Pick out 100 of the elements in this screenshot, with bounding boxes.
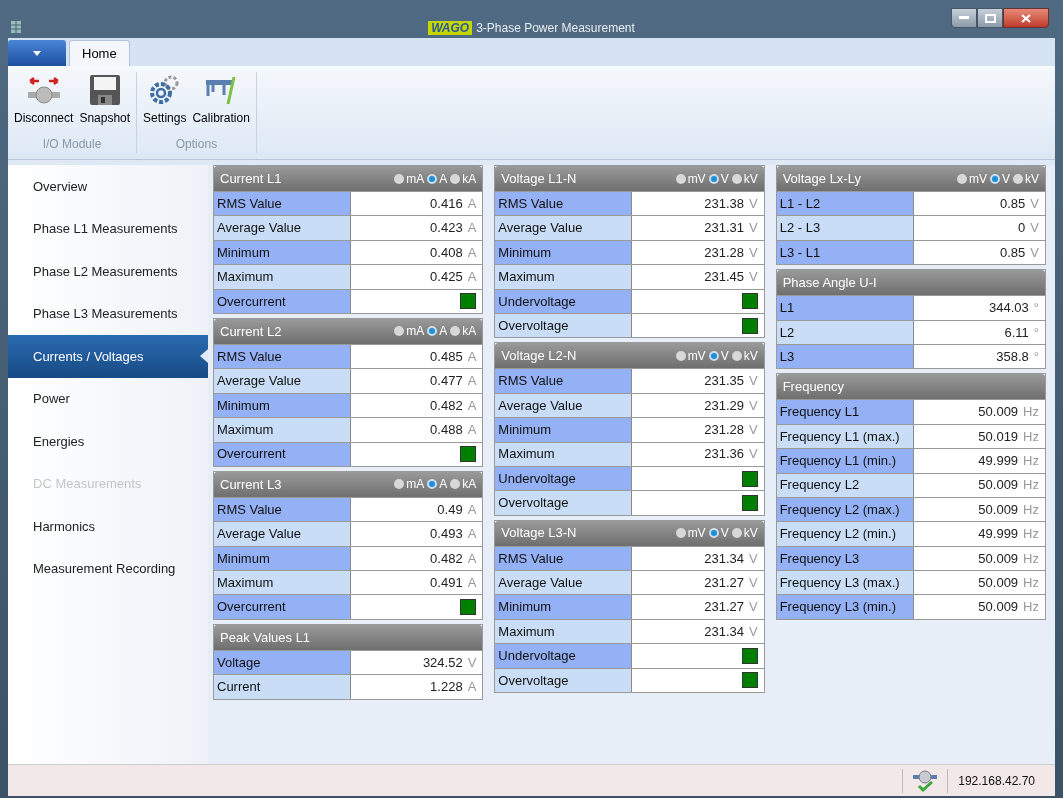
unit-radio[interactable]: A xyxy=(427,169,448,188)
row-label: Overcurrent xyxy=(214,289,351,313)
row-value: 6.11 xyxy=(1004,323,1029,342)
row-value: 231.31 xyxy=(704,219,744,238)
unit-label: V xyxy=(749,549,758,568)
ribbon-button[interactable]: Snapshot xyxy=(77,72,133,135)
row-label: Minimum xyxy=(214,240,351,265)
unit-radio[interactable]: kV xyxy=(731,346,758,365)
sidebar-item[interactable]: Power xyxy=(8,377,208,420)
sidebar-item[interactable]: Harmonics xyxy=(8,505,208,548)
network-connected-icon xyxy=(911,768,940,793)
sidebar-item[interactable]: Overview xyxy=(8,165,208,208)
row-value: 231.28 xyxy=(704,421,744,440)
unit-radio[interactable]: mA xyxy=(394,475,425,494)
row-label: Maximum xyxy=(214,265,351,289)
sidebar-item[interactable]: Phase L1 Measurements xyxy=(8,207,208,250)
row-label: Voltage xyxy=(214,650,351,675)
unit-label: V xyxy=(749,372,758,391)
row-label: Minimum xyxy=(495,595,633,619)
row-label: Average Value xyxy=(214,522,351,546)
unit-label: A xyxy=(467,678,477,697)
unit-radio[interactable]: mV xyxy=(675,524,706,543)
row-value: 49.999 xyxy=(978,452,1019,471)
row-value: 0.482 xyxy=(430,549,463,568)
row-value: 0.493 xyxy=(430,525,463,544)
row-label: Frequency L1 (min.) xyxy=(776,449,914,473)
row-label: Maximum xyxy=(495,442,633,466)
sidebar-item[interactable]: Phase L2 Measurements xyxy=(8,250,208,293)
row-label: Minimum xyxy=(214,393,351,418)
sidebar-item[interactable]: Currents / Voltages xyxy=(8,335,208,378)
sidebar-item[interactable]: Measurement Recording xyxy=(8,547,208,590)
unit-radio[interactable]: mV xyxy=(956,169,987,188)
unit-label: ° xyxy=(1033,347,1039,366)
panel-title: Frequency xyxy=(782,378,845,397)
unit-label: A xyxy=(467,372,477,391)
unit-radio[interactable]: kV xyxy=(731,524,758,543)
row-value: 0 xyxy=(1018,219,1026,238)
unit-radio[interactable]: V xyxy=(708,346,729,365)
row-value: 231.29 xyxy=(704,396,744,415)
row-value: 231.28 xyxy=(704,243,744,262)
row-label: Overvoltage xyxy=(495,313,633,338)
unit-radio[interactable]: kA xyxy=(450,169,477,188)
row-value: 231.27 xyxy=(704,574,744,592)
ribbon-tab[interactable]: Home xyxy=(69,40,130,66)
unit-radio[interactable]: mV xyxy=(675,169,706,188)
unit-radio[interactable]: kA xyxy=(450,322,477,341)
unit-label: V xyxy=(749,598,758,617)
row-value: 0.482 xyxy=(430,396,463,415)
row-value: 0.491 xyxy=(430,574,463,592)
unit-radio[interactable]: kV xyxy=(1012,169,1039,188)
unit-radio[interactable]: V xyxy=(708,524,729,543)
close-button[interactable] xyxy=(1003,8,1049,28)
row-label: Overvoltage xyxy=(495,668,633,693)
unit-radio[interactable]: V xyxy=(989,169,1010,188)
unit-radio[interactable]: A xyxy=(427,322,448,341)
unit-label: Hz xyxy=(1023,549,1039,568)
gears-icon xyxy=(148,74,181,106)
unit-label: ° xyxy=(1033,299,1039,318)
ribbon-button[interactable]: Disconnect xyxy=(12,72,76,135)
unit-label: V xyxy=(749,421,758,440)
sidebar-item[interactable]: Energies xyxy=(8,420,208,463)
row-label: Frequency L1 xyxy=(776,400,914,424)
maximize-button[interactable] xyxy=(977,8,1003,28)
row-value: 231.36 xyxy=(704,445,744,464)
unit-radio[interactable]: V xyxy=(708,169,729,188)
minimize-icon xyxy=(959,16,969,20)
row-label: Maximum xyxy=(495,619,633,644)
minimize-button[interactable] xyxy=(951,8,977,28)
unit-radio[interactable]: mA xyxy=(394,169,425,188)
unit-radio[interactable]: A xyxy=(427,475,448,494)
sidebar-item[interactable]: Phase L3 Measurements xyxy=(8,292,208,335)
row-label: Minimum xyxy=(495,240,633,265)
row-label: Overcurrent xyxy=(214,595,351,619)
row-value: 1.228 xyxy=(430,678,463,697)
row-label: Frequency L2 (max.) xyxy=(776,497,914,522)
unit-label: Hz xyxy=(1023,525,1039,544)
row-value: 231.27 xyxy=(704,598,744,617)
ribbon-button[interactable]: Settings xyxy=(141,72,189,135)
unit-radio[interactable]: mA xyxy=(394,322,425,341)
row-label: RMS Value xyxy=(495,192,633,216)
row-value: 231.34 xyxy=(704,549,744,568)
brand-logo: WAGO xyxy=(428,21,473,35)
ribbon-button[interactable]: Calibration xyxy=(190,72,252,135)
row-label: L3 xyxy=(776,344,914,369)
unit-label: V xyxy=(467,653,477,672)
row-value: 50.019 xyxy=(978,427,1019,446)
row-value: 358.8 xyxy=(996,347,1029,366)
unit-radio[interactable]: kA xyxy=(450,475,477,494)
row-label: L2 - L3 xyxy=(776,216,914,240)
unit-radio[interactable]: mV xyxy=(675,346,706,365)
row-label: Minimum xyxy=(495,418,633,442)
row-label: L2 xyxy=(776,320,914,344)
unit-radio[interactable]: kV xyxy=(731,169,758,188)
panel-title: Current L3 xyxy=(220,475,282,494)
row-value: 0.477 xyxy=(430,372,463,391)
row-value: 50.009 xyxy=(978,403,1019,422)
row-value: 0.408 xyxy=(430,243,463,262)
row-value: 50.009 xyxy=(978,598,1019,617)
row-label: Current xyxy=(214,675,351,699)
unit-label: A xyxy=(467,574,477,592)
